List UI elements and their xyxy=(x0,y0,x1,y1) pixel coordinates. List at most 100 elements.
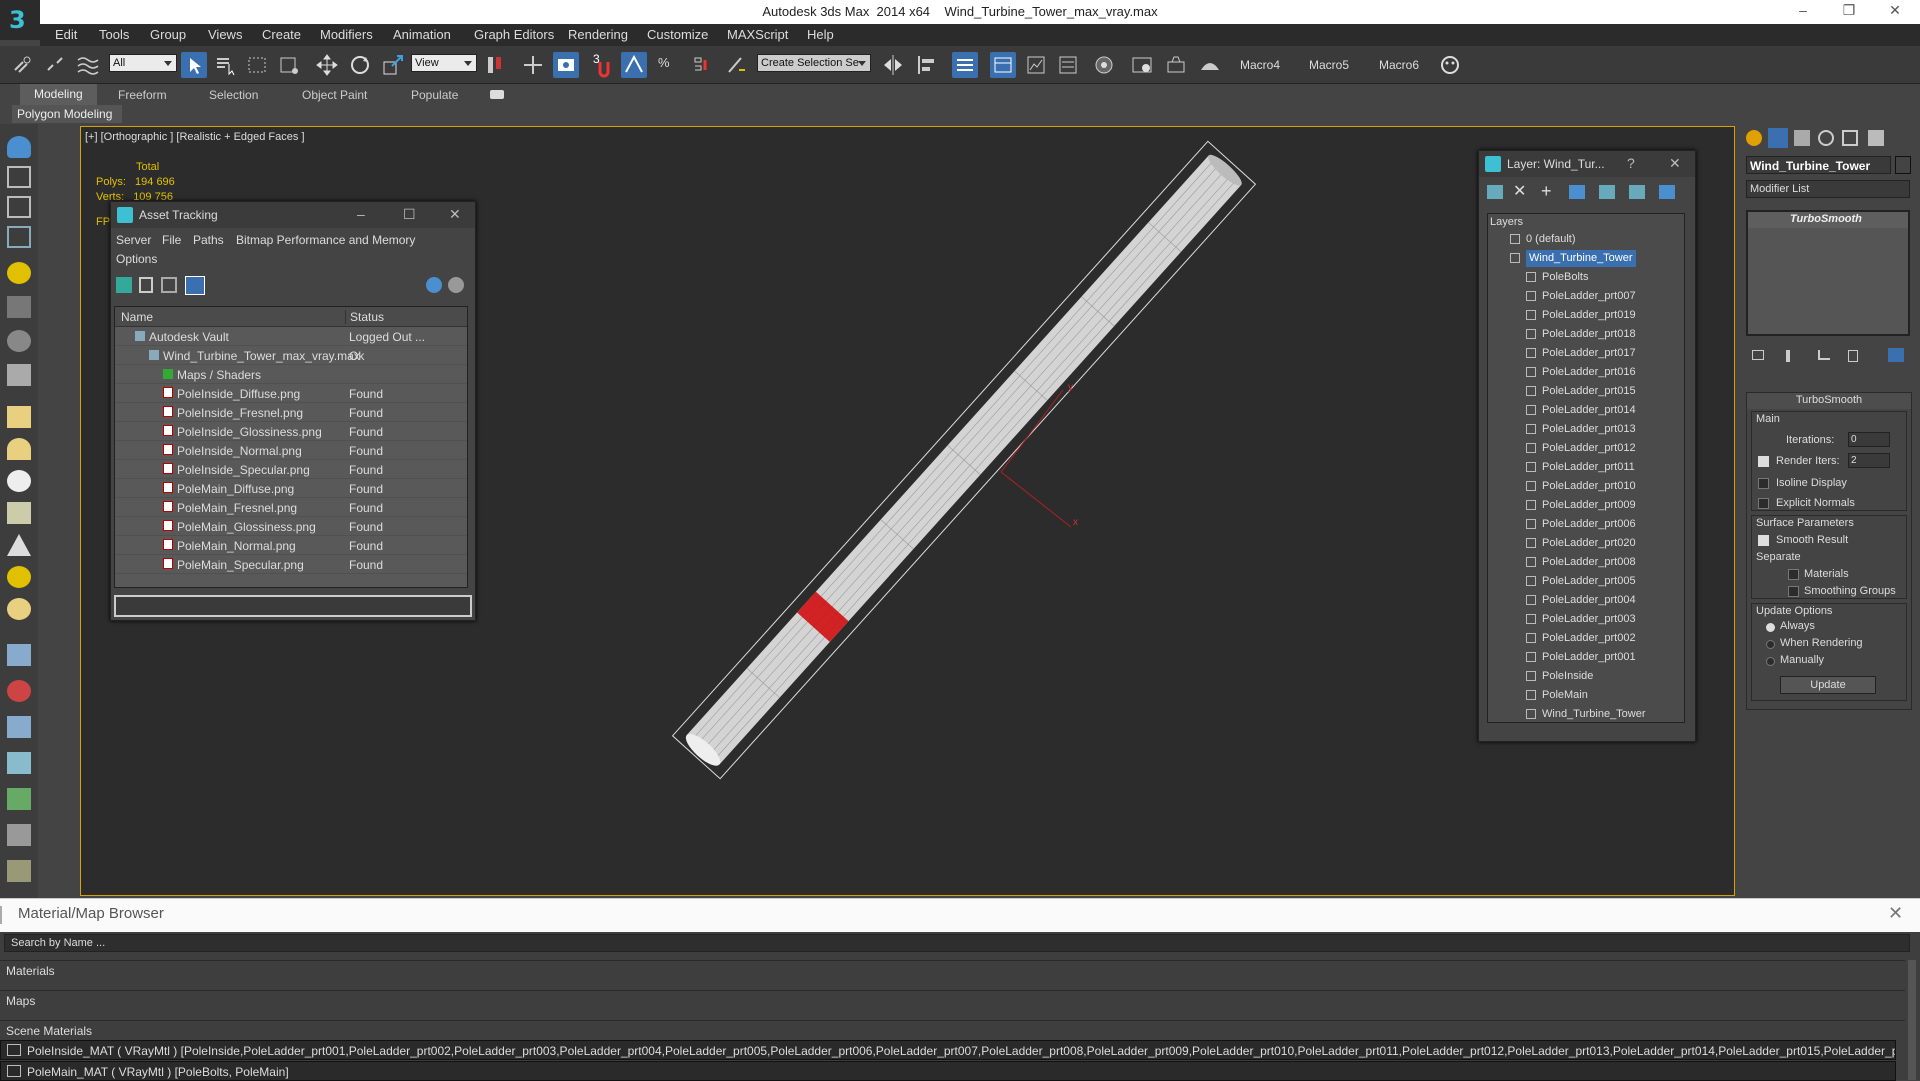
menu-animation[interactable]: Animation xyxy=(393,27,451,42)
layer-row[interactable]: PoleLadder_prt012 xyxy=(1488,439,1678,458)
dynamics-icon[interactable] xyxy=(7,680,31,702)
asset-row[interactable]: PoleInside_Fresnel.png Found xyxy=(115,403,467,422)
asset-row[interactable]: PoleMain_Diffuse.png Found xyxy=(115,479,467,498)
layer-row[interactable]: PoleLadder_prt003 xyxy=(1488,610,1678,629)
panel-grip-icon[interactable] xyxy=(0,906,10,924)
layer-row[interactable]: PoleLadder_prt002 xyxy=(1488,629,1678,648)
macro6-button[interactable]: Macro6 xyxy=(1379,58,1419,72)
manually-radio[interactable] xyxy=(1766,657,1775,666)
menu-views[interactable]: Views xyxy=(208,27,242,42)
create-tab-icon[interactable] xyxy=(1746,130,1762,146)
layer-row[interactable]: PoleInside xyxy=(1488,667,1678,686)
layer-row[interactable]: PoleLadder_prt006 xyxy=(1488,515,1678,534)
spacewarp-icon[interactable] xyxy=(7,364,31,386)
menu-help[interactable]: Help xyxy=(807,27,834,42)
material-editor-icon[interactable] xyxy=(1129,52,1155,78)
hair-icon[interactable] xyxy=(7,824,31,846)
menu-group[interactable]: Group xyxy=(150,27,186,42)
window-crossing-icon[interactable] xyxy=(276,52,302,78)
layer-row[interactable]: PoleLadder_prt011 xyxy=(1488,458,1678,477)
unlink-icon[interactable] xyxy=(42,52,68,78)
menu-edit[interactable]: Edit xyxy=(55,27,77,42)
select-manipulate-icon[interactable] xyxy=(520,52,546,78)
asset-row[interactable]: Maps / Shaders xyxy=(115,365,467,384)
menu-maxscript[interactable]: MAXScript xyxy=(727,27,788,42)
ribbon-panel-polygon-modeling[interactable]: Polygon Modeling xyxy=(12,105,122,123)
gear-icon[interactable] xyxy=(7,752,31,774)
close-icon[interactable]: ✕ xyxy=(449,206,461,223)
egg-icon[interactable] xyxy=(7,598,31,620)
asset-row[interactable]: PoleInside_Diffuse.png Found xyxy=(115,384,467,403)
settings-icon[interactable] xyxy=(448,277,464,293)
layer-row[interactable]: Wind_Turbine_Tower xyxy=(1488,249,1678,268)
select-objects-icon[interactable] xyxy=(1569,185,1585,199)
foliage-icon[interactable] xyxy=(7,788,31,810)
modify-tab-icon[interactable] xyxy=(1768,128,1788,148)
help-icon[interactable] xyxy=(426,277,442,293)
ribbon-options-icon[interactable] xyxy=(490,90,504,99)
macro5-button[interactable]: Macro5 xyxy=(1309,58,1349,72)
grid-icon[interactable] xyxy=(7,226,31,248)
asset-row[interactable]: PoleMain_Glossiness.png Found xyxy=(115,517,467,536)
group-scene-materials[interactable]: Scene Materials xyxy=(0,1020,1905,1040)
rollout-title[interactable]: TurboSmooth xyxy=(1747,393,1911,409)
toggle-scene-explorer-icon[interactable] xyxy=(952,52,978,78)
edit-named-selection-icon[interactable] xyxy=(723,52,749,78)
pin-stack-icon[interactable] xyxy=(1752,350,1764,360)
thumbnail-view-icon[interactable] xyxy=(161,277,177,293)
schematic-view-icon[interactable] xyxy=(1091,52,1117,78)
table-view-icon[interactable] xyxy=(185,276,205,295)
close-icon[interactable]: ✕ xyxy=(1880,2,1910,19)
render-production-icon[interactable] xyxy=(1197,52,1223,78)
menu-tools[interactable]: Tools xyxy=(99,27,129,42)
layer-row[interactable]: PoleLadder_prt018 xyxy=(1488,325,1678,344)
snaps-toggle-icon[interactable]: 3 xyxy=(590,52,616,78)
minimize-icon[interactable]: – xyxy=(1788,2,1818,18)
menu-modifiers[interactable]: Modifiers xyxy=(320,27,373,42)
vray-toolbar-icon[interactable] xyxy=(1437,52,1463,78)
layer-row[interactable]: PoleLadder_prt010 xyxy=(1488,477,1678,496)
list-view-icon[interactable] xyxy=(139,277,153,293)
menu-options[interactable]: Options xyxy=(116,252,157,266)
camera-icon[interactable] xyxy=(7,296,31,318)
menu-create[interactable]: Create xyxy=(262,27,301,42)
render-iters-checkbox[interactable] xyxy=(1758,456,1769,467)
plane-icon[interactable] xyxy=(7,196,31,218)
named-selection-dropdown[interactable]: Create Selection Se xyxy=(757,54,871,72)
highlight-icon[interactable] xyxy=(1599,185,1615,199)
iterations-input[interactable]: 0 xyxy=(1848,432,1890,447)
always-radio[interactable] xyxy=(1766,623,1775,632)
asset-row[interactable]: PoleInside_Glossiness.png Found xyxy=(115,422,467,441)
show-end-result-icon[interactable] xyxy=(1786,350,1790,362)
group-materials[interactable]: Materials xyxy=(0,960,1905,980)
configure-modifier-sets-icon[interactable] xyxy=(1888,348,1904,362)
modifier-list-dropdown[interactable]: Modifier List xyxy=(1746,180,1910,198)
minimize-icon[interactable]: – xyxy=(357,206,365,222)
spinner-snap-icon[interactable] xyxy=(687,52,713,78)
hemisphere-icon[interactable] xyxy=(7,438,31,460)
layer-row[interactable]: PoleLadder_prt019 xyxy=(1488,306,1678,325)
asset-row[interactable]: PoleMain_Fresnel.png Found xyxy=(115,498,467,517)
layer-row[interactable]: PoleLadder_prt008 xyxy=(1488,553,1678,572)
smoothing-groups-checkbox[interactable] xyxy=(1788,586,1799,597)
graphite-toolbar-icon[interactable] xyxy=(1023,52,1049,78)
isoline-checkbox[interactable] xyxy=(1758,478,1769,489)
align-icon[interactable] xyxy=(914,52,940,78)
layer-row[interactable]: 0 (default) xyxy=(1488,230,1678,249)
scale-icon[interactable] xyxy=(380,52,406,78)
delete-layer-icon[interactable]: ✕ xyxy=(1513,181,1526,201)
column-name[interactable]: Name xyxy=(121,310,153,324)
tab-modeling[interactable]: Modeling xyxy=(20,84,97,106)
motion-tab-icon[interactable] xyxy=(1818,130,1834,146)
render-setup-icon[interactable] xyxy=(1163,52,1189,78)
tab-populate[interactable]: Populate xyxy=(411,88,458,102)
material-browser-titlebar[interactable]: Material/Map Browser ✕ xyxy=(0,898,1920,932)
layer-row[interactable]: PoleLadder_prt016 xyxy=(1488,363,1678,382)
select-by-name-icon[interactable] xyxy=(213,52,239,78)
new-layer-icon[interactable] xyxy=(1487,185,1503,199)
group-maps[interactable]: Maps xyxy=(0,990,1905,1010)
pivot-center-icon[interactable] xyxy=(482,52,508,78)
teapot-icon[interactable] xyxy=(7,136,31,158)
close-icon[interactable]: ✕ xyxy=(1669,155,1681,172)
biped-icon[interactable] xyxy=(7,716,31,738)
